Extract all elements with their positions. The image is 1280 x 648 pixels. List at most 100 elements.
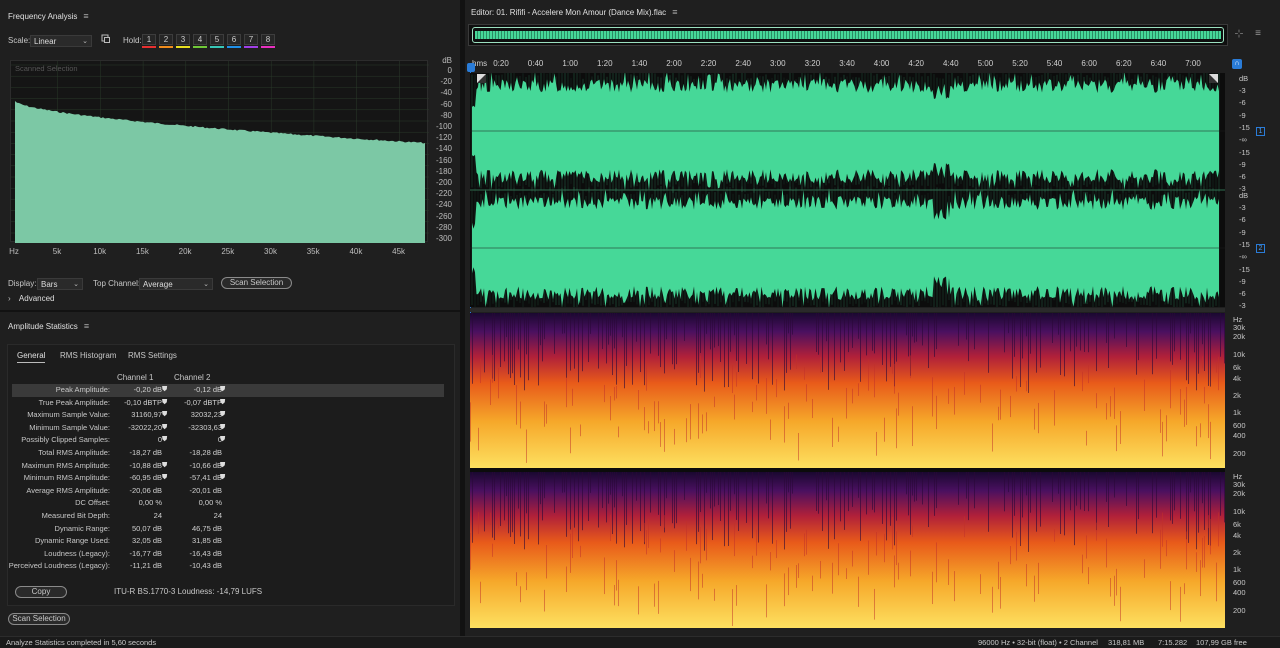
status-format: 96000 Hz • 32-bit (float) • 2 Channel [978, 638, 1098, 647]
amp-scan-selection-button[interactable]: Scan Selection [8, 613, 70, 625]
tab-rms-histogram[interactable]: RMS Histogram [60, 351, 116, 360]
x-tick-label: 20k [178, 247, 192, 256]
db-tick-label: -9 [1239, 159, 1246, 169]
locate-marker-icon[interactable]: ⛊ [162, 397, 167, 410]
hold-button-1[interactable]: 1 [142, 34, 156, 48]
ruler-tick-label: 5:20 [1012, 59, 1028, 68]
scale-select-value: Linear [34, 37, 57, 46]
y-tick-label: -160 [435, 155, 452, 165]
frequency-spectrum-plot [11, 61, 429, 243]
locate-marker-icon[interactable]: ⛊ [220, 397, 225, 410]
stat-row[interactable]: Maximum RMS Amplitude: -10,88 dB -10,66 dB… [12, 460, 444, 473]
hz-tick-label: 30k [1233, 480, 1246, 489]
channel-1-button[interactable]: 1 [1256, 127, 1265, 136]
stat-row[interactable]: Perceived Loudness (Legacy): -11,21 dB -10… [9, 560, 444, 573]
hold-button-6[interactable]: 6 [227, 34, 241, 48]
display-select[interactable]: Bars ⌄ [37, 278, 83, 290]
overview-viewport[interactable] [472, 27, 1224, 43]
playhead-handle[interactable] [467, 63, 475, 72]
fade-out-handle-icon[interactable] [1209, 74, 1218, 83]
x-tick-label: 45k [392, 247, 406, 256]
panel-menu-icon[interactable]: ≡ [672, 7, 677, 17]
hold-button-3[interactable]: 3 [176, 34, 190, 48]
hold-button-4[interactable]: 4 [193, 34, 207, 48]
hold-button-7[interactable]: 7 [244, 34, 258, 48]
locate-marker-icon[interactable]: ⛊ [220, 409, 225, 422]
panel-menu-icon[interactable]: ≡ [83, 11, 88, 21]
scale-select[interactable]: Linear ⌄ [30, 35, 92, 47]
hz-tick-label: 1k [1233, 408, 1241, 417]
tab-rms-settings[interactable]: RMS Settings [128, 351, 177, 360]
loudness-readout: ITU-R BS.1770-3 Loudness: -14,79 LUFS [114, 587, 263, 596]
stat-row[interactable]: Maximum Sample Value: 31160,97 32032,23 ⛊ ⛊ [12, 409, 444, 422]
stat-row[interactable]: Average RMS Amplitude: -20,06 dB -20,01 dB [12, 485, 444, 498]
y-tick-label: -20 [440, 77, 452, 87]
frequency-graph[interactable]: Scanned Selection [10, 60, 429, 243]
db-tick-label: -3 [1239, 203, 1246, 212]
time-ruler[interactable]: hms 0:20 0:40 1:00 1:20 1:40 2:00 2:20 2:40 3:00… [470, 59, 1220, 71]
frequency-scale[interactable]: Hz 30k 20k 10k 6k 4k 2k 1k 600 400 200 Hz 30k 20k 10k 6… [1225, 313, 1265, 628]
ruler-tick-label: 2:20 [700, 59, 717, 68]
fade-in-handle-icon[interactable] [477, 74, 486, 83]
ruler-tick-label: 3:00 [770, 59, 786, 68]
spectrogram-view[interactable] [470, 313, 1225, 628]
db-tick-label: -∞ [1239, 252, 1247, 262]
stat-row[interactable]: Dynamic Range Used: 32,05 dB 31,85 dB [12, 535, 444, 548]
overview-navigator[interactable] [468, 24, 1228, 46]
stat-label: Loudness (Legacy): [44, 548, 110, 558]
headphones-icon[interactable]: ∩ [1232, 59, 1242, 69]
stat-row[interactable]: Minimum RMS Amplitude: -60,95 dB -57,41 dB… [12, 472, 444, 485]
hold-color-swatch [193, 46, 207, 48]
locate-marker-icon[interactable]: ⛊ [162, 460, 167, 473]
locate-marker-icon[interactable]: ⛊ [162, 422, 167, 435]
tab-general[interactable]: General [17, 351, 46, 363]
waveform-plot [470, 73, 1225, 307]
locate-marker-icon[interactable]: ⛊ [220, 422, 225, 435]
locate-marker-icon[interactable]: ⛊ [162, 384, 167, 397]
stat-row[interactable]: Total RMS Amplitude: -18,27 dB -18,28 dB [12, 447, 444, 460]
stat-row[interactable]: Measured Bit Depth: 24 24 [12, 510, 444, 523]
stat-row[interactable]: Dynamic Range: 50,07 dB 46,75 dB [12, 523, 444, 536]
hold-button-8[interactable]: 8 [261, 34, 275, 48]
locate-marker-icon[interactable]: ⛊ [220, 434, 225, 447]
locate-marker-icon[interactable]: ⛊ [162, 472, 167, 485]
view-splitter[interactable] [470, 308, 1225, 312]
amplitude-scale[interactable]: dB -3 -6 -9 -15 -∞ -15 -9 -6 -3 dB -3 -6 -9 -15 -∞ -15 -9… [1225, 73, 1265, 310]
locate-marker-icon[interactable]: ⛊ [220, 460, 225, 473]
db-tick-label: -6 [1239, 98, 1246, 108]
zoom-icon[interactable]: ⊹ [1233, 28, 1245, 40]
stat-label: Peak Amplitude: [55, 385, 110, 394]
hold-button-5[interactable]: 5 [210, 34, 224, 48]
stat-row[interactable]: DC Offset: 0,00 % 0,00 % [12, 497, 444, 510]
y-axis-unit: dB [442, 56, 452, 65]
stat-channel-1-value: -18,27 dB [129, 448, 162, 457]
y-tick-label: -140 [435, 144, 452, 154]
ruler-tick-label: 1:40 [631, 59, 648, 68]
stat-row[interactable]: Possibly Clipped Samples: 0 0 ⛊ ⛊ [12, 434, 444, 447]
stat-channel-2-value: 31,85 dB [191, 536, 222, 546]
stat-row[interactable]: Minimum Sample Value: -32022,20 -32303,63 ⛊… [12, 422, 444, 435]
x-tick-label: 25k [221, 247, 235, 256]
locate-marker-icon[interactable]: ⛊ [162, 434, 167, 447]
copy-button[interactable]: Copy [15, 586, 67, 598]
locate-marker-icon[interactable]: ⛊ [220, 472, 225, 485]
ruler-tick-label: 4:20 [908, 59, 924, 68]
locate-marker-icon[interactable]: ⛊ [220, 384, 225, 397]
stat-row[interactable]: Loudness (Legacy): -16,77 dB -16,43 dB [12, 548, 444, 561]
advanced-toggle[interactable]: › Advanced [8, 294, 55, 303]
panel-menu-icon[interactable]: ≡ [84, 321, 89, 331]
waveform-view[interactable] [470, 73, 1225, 307]
amplitude-statistics-panel: Amplitude Statistics ≡ General RMS Histog… [0, 312, 460, 636]
channel-2-button[interactable]: 2 [1256, 244, 1265, 253]
stat-row[interactable]: Peak Amplitude: -0,20 dB -0,12 dB ⛊ ⛊ [12, 384, 444, 397]
locate-marker-icon[interactable]: ⛊ [162, 409, 167, 422]
settings-icon[interactable]: ≡ [1252, 28, 1264, 40]
stat-row[interactable]: True Peak Amplitude: -0,10 dBTP -0,07 dBTP… [12, 397, 444, 410]
copy-graph-icon[interactable] [101, 34, 111, 44]
stat-channel-1-value: -0,20 dB [133, 385, 162, 394]
freq-scan-selection-button[interactable]: Scan Selection [221, 277, 292, 289]
top-channel-select[interactable]: Average ⌄ [139, 278, 213, 290]
db-tick-label: -9 [1239, 227, 1246, 237]
stat-channel-1-value: -32022,20 [128, 422, 162, 432]
hold-button-2[interactable]: 2 [159, 34, 173, 48]
